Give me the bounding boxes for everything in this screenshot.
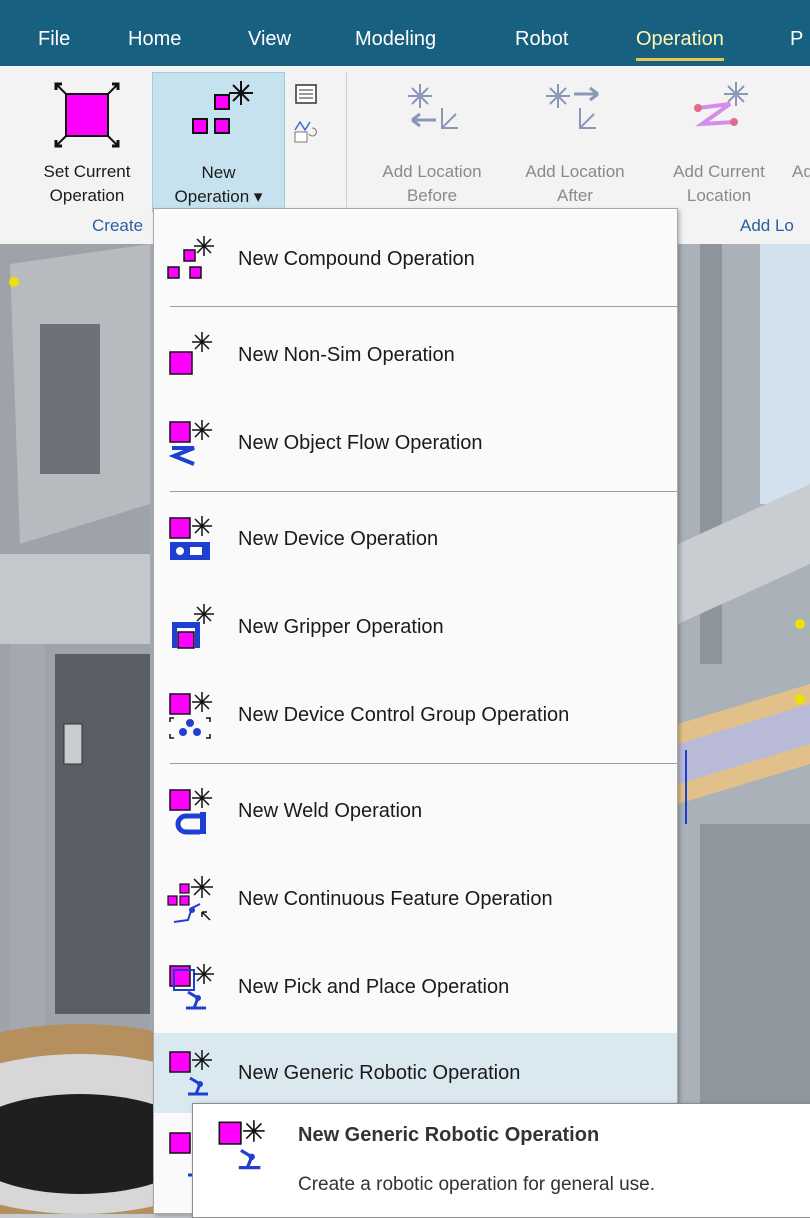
tab-home[interactable]: Home xyxy=(128,0,181,66)
object-flow-operation-icon xyxy=(168,420,212,466)
new-operation-dropdown: New Compound Operation New Non-Sim Opera… xyxy=(153,208,678,1214)
menu-item-label: New Object Flow Operation xyxy=(238,431,483,454)
add-current-label-2: Location xyxy=(686,186,752,205)
menu-item-continuous-feature[interactable]: New Continuous Feature Operation xyxy=(154,863,677,935)
add-current-location-button[interactable]: Add Current Location xyxy=(646,76,792,212)
menu-item-label: New Non-Sim Operation xyxy=(238,343,455,366)
gripper-operation-icon xyxy=(172,604,214,649)
add-current-location-icon xyxy=(694,82,748,127)
add-before-label-1: Add Location xyxy=(382,162,482,181)
tab-view[interactable]: View xyxy=(248,0,291,66)
continuous-feature-icon xyxy=(167,876,213,923)
menu-item-non-sim[interactable]: New Non-Sim Operation xyxy=(154,319,677,391)
set-current-operation-button[interactable]: Set Current Operation xyxy=(22,76,152,212)
menu-item-label: New Generic Robotic Operation xyxy=(238,1061,521,1084)
group-label-create: Create xyxy=(92,216,144,235)
generic-robotic-icon xyxy=(169,1050,212,1096)
menu-item-label: New Device Operation xyxy=(238,527,439,550)
add-cut-button[interactable]: Ad xyxy=(792,76,810,212)
menu-item-pick-and-place[interactable]: New Pick and Place Operation xyxy=(154,951,677,1023)
menu-item-label: New Weld Operation xyxy=(238,799,423,822)
menu-item-device-control-group[interactable]: New Device Control Group Operation xyxy=(154,679,677,751)
non-sim-operation-icon xyxy=(169,332,212,375)
add-cut-label: Ad xyxy=(792,162,810,181)
new-operation-icon xyxy=(192,81,253,134)
menu-separator xyxy=(170,763,677,764)
tab-file[interactable]: File xyxy=(38,0,70,66)
add-current-label-1: Add Current xyxy=(673,162,765,181)
menu-item-label: New Pick and Place Operation xyxy=(238,975,510,998)
menu-item-gripper[interactable]: New Gripper Operation xyxy=(154,591,677,663)
set-current-label-1: Set Current xyxy=(43,162,131,181)
menu-item-generic-robotic[interactable]: New Generic Robotic Operation xyxy=(154,1033,677,1113)
menu-item-device[interactable]: New Device Operation xyxy=(154,503,677,575)
group-label-add-location: Add Lo xyxy=(740,216,794,235)
menu-item-label: New Gripper Operation xyxy=(238,615,444,638)
menu-item-weld[interactable]: New Weld Operation xyxy=(154,775,677,847)
add-after-label-2: After xyxy=(557,186,593,205)
add-location-after-icon xyxy=(546,84,599,129)
menu-item-object-flow[interactable]: New Object Flow Operation xyxy=(154,407,677,479)
menu-bar: File Home View Modeling Robot Operation … xyxy=(0,0,810,66)
add-location-after-button[interactable]: Add Location After xyxy=(508,76,642,212)
device-operation-icon xyxy=(169,516,212,560)
add-location-before-icon xyxy=(408,84,458,129)
tooltip-description: Create a robotic operation for general u… xyxy=(298,1174,655,1195)
set-current-label-2: Operation xyxy=(49,186,125,205)
tab-modeling[interactable]: Modeling xyxy=(355,0,436,66)
tab-p-cut[interactable]: P xyxy=(790,0,803,66)
pick-and-place-icon xyxy=(169,964,214,1010)
device-control-group-icon xyxy=(169,692,212,739)
compound-operation-icon xyxy=(167,236,214,279)
menu-item-label: New Compound Operation xyxy=(238,247,475,270)
new-operation-label-2: Operation ▾ xyxy=(174,187,263,206)
menu-separator xyxy=(170,306,677,307)
menu-separator xyxy=(170,491,677,492)
path-editor-icon[interactable] xyxy=(292,118,318,144)
new-operation-button[interactable]: New Operation ▾ xyxy=(152,72,285,212)
set-current-operation-icon xyxy=(54,82,120,148)
menu-item-label: New Continuous Feature Operation xyxy=(238,887,553,910)
operation-tree-icon[interactable] xyxy=(294,82,318,106)
menu-item-label: New Device Control Group Operation xyxy=(238,703,570,726)
add-location-before-button[interactable]: Add Location Before xyxy=(360,76,504,212)
tab-operation[interactable]: Operation xyxy=(636,0,724,66)
ribbon-separator xyxy=(346,72,347,212)
menu-item-compound[interactable]: New Compound Operation xyxy=(154,223,677,295)
tab-robot[interactable]: Robot xyxy=(515,0,568,66)
tooltip-title: New Generic Robotic Operation xyxy=(298,1124,600,1146)
new-operation-label-1: New xyxy=(201,163,236,182)
add-before-label-2: Before xyxy=(406,186,458,205)
weld-operation-icon xyxy=(169,788,212,835)
add-after-label-1: Add Location xyxy=(525,162,625,181)
generic-robotic-icon xyxy=(218,1120,265,1170)
tooltip: New Generic Robotic Operation Create a r… xyxy=(192,1103,810,1218)
